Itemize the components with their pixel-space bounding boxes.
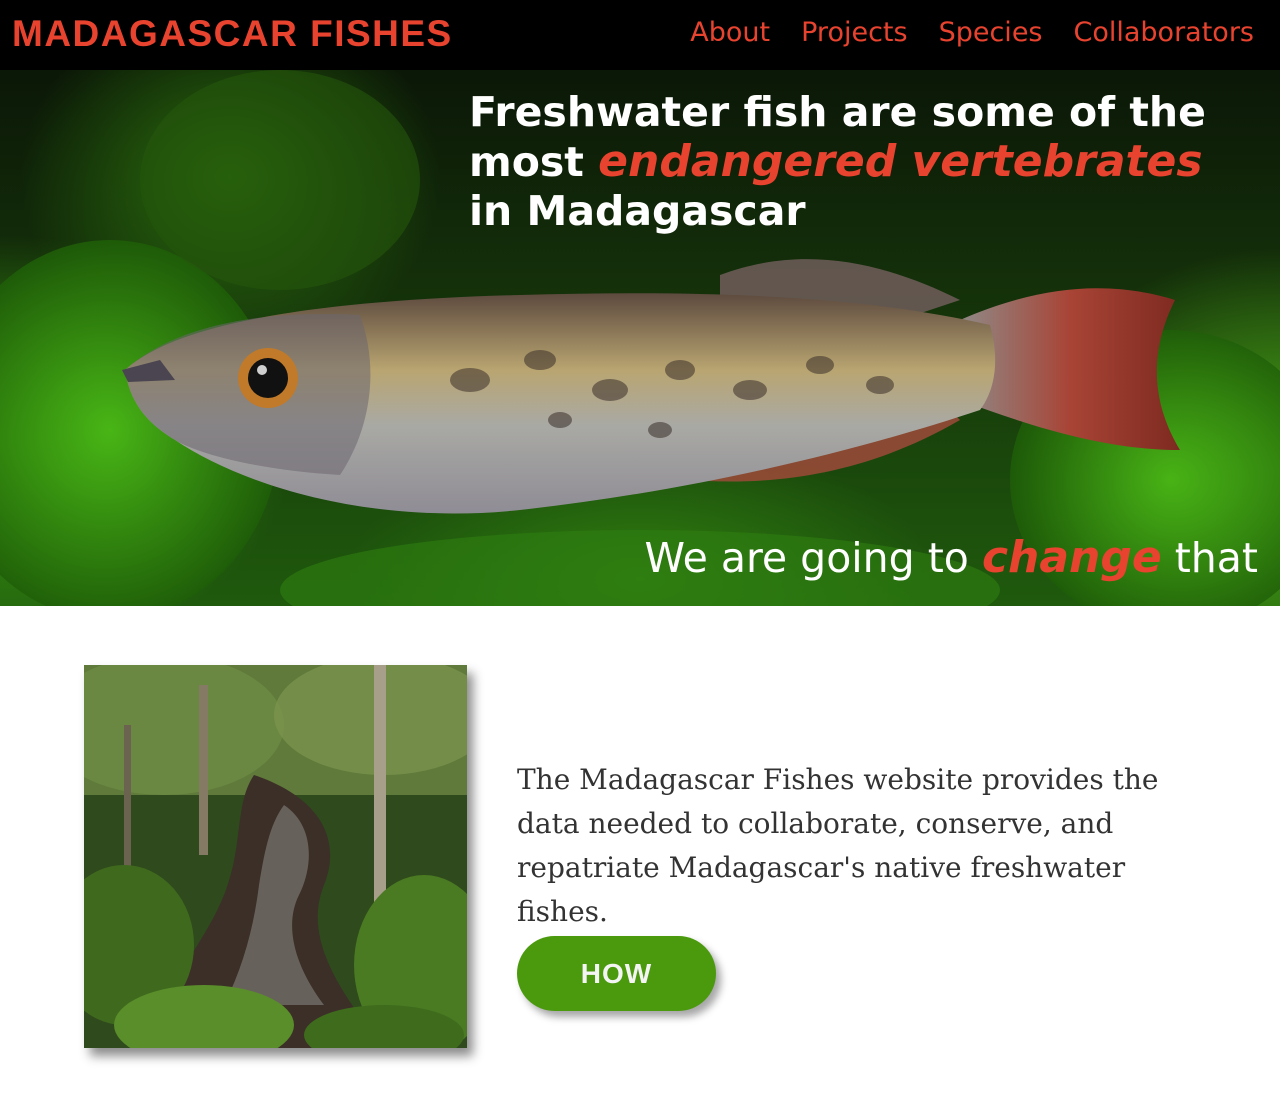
nav-link-about[interactable]: About [690,14,770,52]
site-header: MADAGASCAR FISHES About Projects Species… [0,0,1280,70]
hero-tagline-accent: change [981,532,1162,583]
site-logo[interactable]: MADAGASCAR FISHES [12,10,453,58]
nav-link-species[interactable]: Species [939,14,1043,52]
fish-eye-highlight [257,365,267,375]
leaf-shape [140,70,420,290]
fish-pupil [248,358,288,398]
intro-text: The Madagascar Fishes website provides t… [517,763,1159,928]
nav-link-projects[interactable]: Projects [801,14,907,52]
main-nav: About Projects Species Collaborators [690,14,1254,52]
hero-tagline-part2: that [1161,534,1258,582]
hero-banner: Freshwater fish are some of the most end… [0,70,1280,606]
forest-stream-photo [84,665,467,1048]
hero-tagline: We are going to change that [644,532,1258,584]
hero-tagline-part1: We are going to [644,534,982,582]
hero-headline-part2: in Madagascar [469,187,806,235]
hero-headline: Freshwater fish are some of the most end… [469,88,1269,236]
hero-headline-accent: endangered vertebrates [598,136,1203,187]
nav-link-collaborators[interactable]: Collaborators [1074,14,1255,52]
how-button[interactable]: HOW [517,936,716,1011]
